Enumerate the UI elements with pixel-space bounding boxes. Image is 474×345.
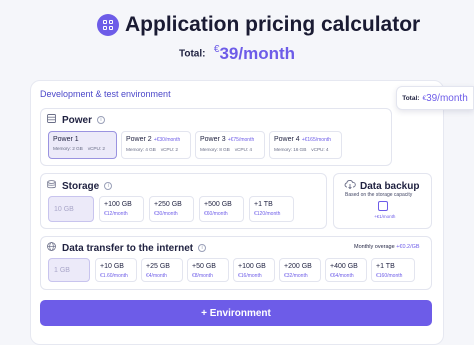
monthly-overage: Monthly overage +€0.2/GB [354,244,420,250]
total-label: Total: [178,48,206,60]
sticky-total: Total: €39/month [396,86,474,110]
transfer-option-400gb[interactable]: +400 GB €64/month [325,258,367,282]
storage-option-100gb[interactable]: +100 GB €12/month [99,196,144,222]
power-option-specs: Memory: 2 GB vCPU: 2 [53,147,105,152]
cloud-download-icon [344,179,356,192]
power-option-name: Power 1 [53,136,79,143]
page-title: Application pricing calculator [125,13,421,36]
add-environment-button[interactable]: + Environment [40,300,432,326]
backup-checkbox[interactable] [378,201,388,211]
backup-title: Data backup [344,179,420,192]
environment-title[interactable]: Development & test environment [40,89,171,99]
transfer-option-1tb[interactable]: +1 TB €160/month [371,258,415,282]
info-icon[interactable]: i [97,116,106,124]
storage-option-1tb[interactable]: +1 TB €120/month [249,196,294,222]
transfer-option-50gb[interactable]: +50 GB €8/month [187,258,229,282]
power-option-3[interactable]: Power 3 +€75/month Memory: 8 GB vCPU: 4 [195,131,265,159]
backup-title-label: Data backup [360,180,420,192]
transfer-title: Data transfer to the internet i [47,242,207,254]
header: Application pricing calculator Total: €3… [0,0,474,80]
power-option-name: Power 3 +€75/month [200,136,255,143]
storage-option-base: 10 GB [48,196,94,222]
power-title-label: Power [62,114,93,126]
total-amount: 39/month [219,44,296,63]
transfer-title-label: Data transfer to the internet [62,242,194,254]
transfer-option-100gb[interactable]: +100 GB €16/month [233,258,275,282]
backup-subtitle: Based on the storage capacity [345,192,413,198]
backup-price: +€1/month [374,214,396,219]
info-icon[interactable]: i [198,244,207,252]
storage-option-500gb[interactable]: +500 GB €60/month [199,196,244,222]
storage-title: Storage i [47,180,113,192]
power-option-4[interactable]: Power 4 +€165/month Memory: 16 GB vCPU: 4 [269,131,342,159]
power-icon [47,114,56,126]
transfer-option-25gb[interactable]: +25 GB €4/month [141,258,183,282]
sticky-total-amount: 39/month [426,92,468,104]
power-option-1[interactable]: Power 1 Memory: 2 GB vCPU: 2 [48,131,117,159]
power-option-specs: Memory: 4 GB vCPU: 2 [126,148,178,153]
sticky-total-label: Total: [402,94,420,102]
transfer-option-base: 1 GB [48,258,90,282]
storage-icon [47,180,56,192]
transfer-option-10gb[interactable]: +10 GB €1.60/month [95,258,137,282]
storage-title-label: Storage [62,180,100,192]
power-title: Power i [47,114,106,126]
storage-option-250gb[interactable]: +250 GB €30/month [149,196,194,222]
globe-icon [47,242,56,254]
total-summary: Total: €39/month [0,44,474,64]
power-option-name: Power 2 +€30/month [126,136,181,143]
power-option-specs: Memory: 16 GB vCPU: 4 [274,148,329,153]
info-icon[interactable]: i [104,182,113,190]
power-option-specs: Memory: 8 GB vCPU: 4 [200,148,252,153]
power-option-name: Power 4 +€165/month [274,136,332,143]
app-logo-icon [97,14,119,36]
transfer-option-200gb[interactable]: +200 GB €32/month [279,258,321,282]
power-option-2[interactable]: Power 2 +€30/month Memory: 4 GB vCPU: 2 [121,131,191,159]
